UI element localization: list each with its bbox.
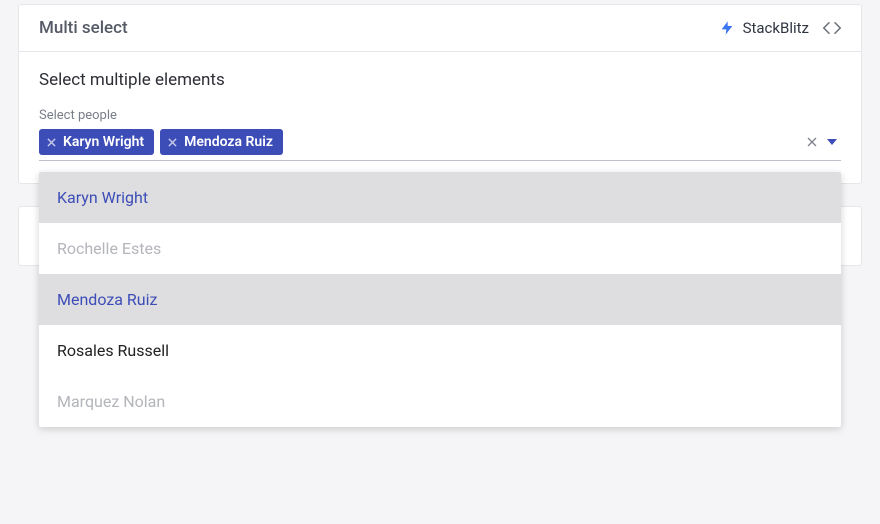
selected-chip: Karyn Wright	[39, 129, 154, 155]
remove-chip-icon[interactable]	[47, 138, 56, 147]
card-header: Multi select StackBlitz	[19, 5, 861, 52]
chip-label: Karyn Wright	[63, 134, 144, 150]
multi-select-control[interactable]: Karyn Wright Mendoza Ruiz	[39, 129, 841, 161]
dropdown-option[interactable]: Mendoza Ruiz	[39, 274, 841, 325]
chip-label: Mendoza Ruiz	[184, 134, 273, 150]
dropdown-option[interactable]: Rosales Russell	[39, 325, 841, 376]
field-label: Select people	[39, 108, 841, 123]
stackblitz-label: StackBlitz	[743, 19, 809, 37]
clear-all-icon[interactable]	[807, 137, 817, 147]
card-header-actions: StackBlitz	[719, 19, 841, 37]
remove-chip-icon[interactable]	[168, 138, 177, 147]
card-body: Select multiple elements Select people K…	[19, 52, 861, 183]
selected-chip: Mendoza Ruiz	[160, 129, 283, 155]
stackblitz-link[interactable]: StackBlitz	[719, 19, 809, 37]
multi-select-card: Multi select StackBlitz Select multiple …	[18, 4, 862, 184]
selected-chips-container: Karyn Wright Mendoza Ruiz	[39, 129, 801, 155]
dropdown-option: Marquez Nolan	[39, 376, 841, 427]
control-icons	[807, 137, 841, 147]
lightning-icon	[719, 20, 735, 36]
dropdown-option[interactable]: Karyn Wright	[39, 172, 841, 223]
options-dropdown[interactable]: Karyn WrightRochelle EstesMendoza RuizRo…	[39, 172, 841, 427]
dropdown-option: Rochelle Estes	[39, 223, 841, 274]
card-title: Multi select	[39, 18, 128, 38]
dropdown-caret-icon[interactable]	[827, 139, 837, 145]
section-heading: Select multiple elements	[39, 70, 841, 90]
code-toggle-icon[interactable]	[823, 21, 841, 35]
